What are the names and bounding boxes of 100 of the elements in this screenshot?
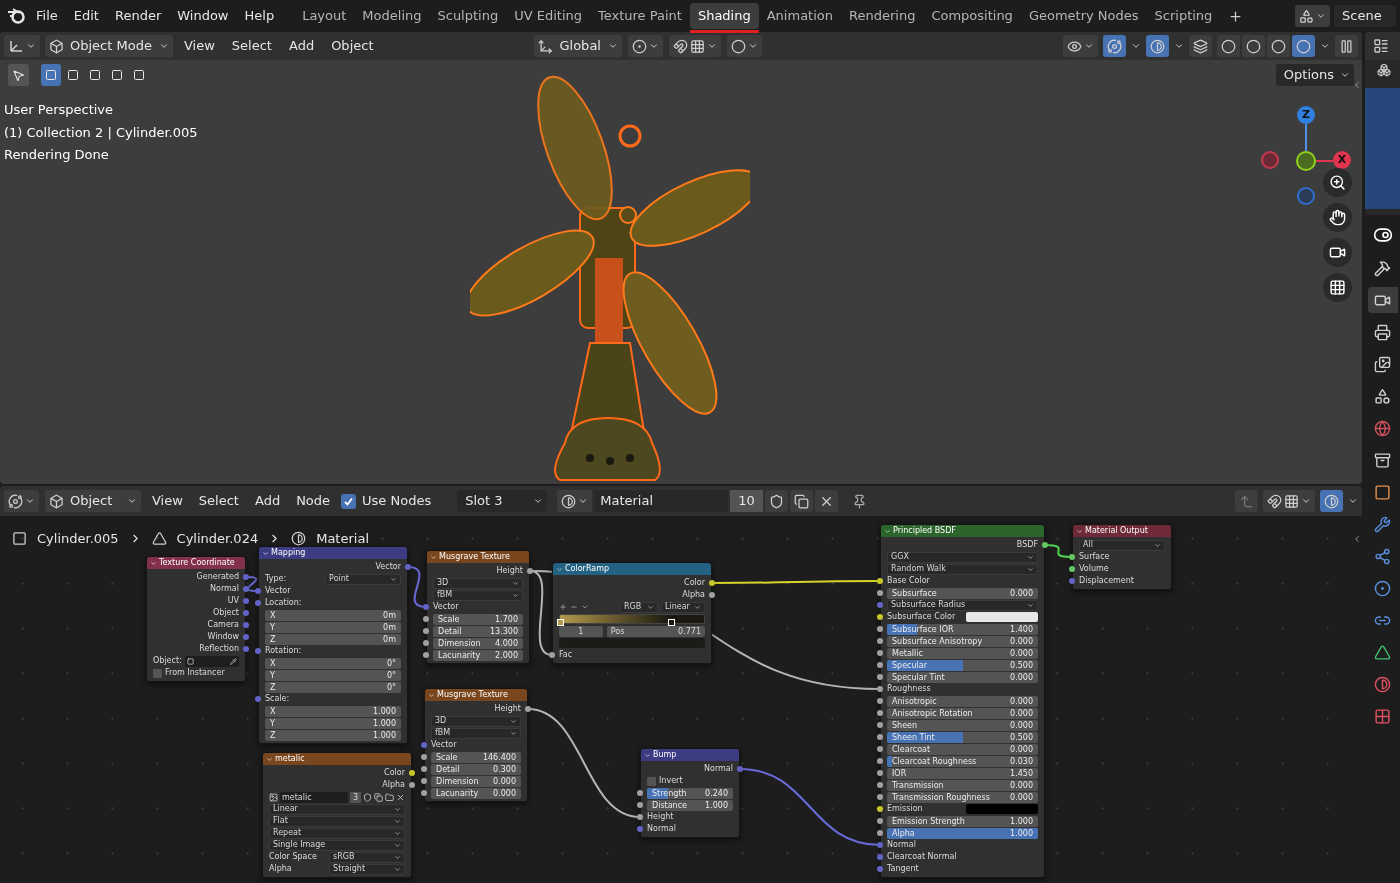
- image-icon[interactable]: [269, 792, 278, 802]
- node-header[interactable]: Mapping: [259, 547, 407, 559]
- socket-icon[interactable]: [637, 790, 643, 796]
- number-field[interactable]: Y 0°: [265, 669, 401, 681]
- menu-item[interactable]: Edit: [65, 6, 107, 26]
- menu-item[interactable]: Add: [282, 36, 321, 56]
- select-tool-button[interactable]: [8, 64, 29, 86]
- node-header[interactable]: metalic: [263, 753, 411, 765]
- chevron-down-icon[interactable]: [266, 755, 273, 763]
- number-field[interactable]: Z 0°: [265, 681, 401, 693]
- number-field[interactable]: X 0°: [265, 657, 401, 669]
- node-header[interactable]: Principled BSDF: [881, 525, 1044, 537]
- socket-icon[interactable]: [423, 628, 429, 634]
- snap-button[interactable]: [1263, 490, 1315, 512]
- dropdown[interactable]: Random Walk: [887, 563, 1038, 575]
- socket-icon[interactable]: [877, 734, 883, 740]
- visibility-button[interactable]: [1063, 35, 1098, 57]
- socket-icon[interactable]: [877, 722, 883, 728]
- color-swatch[interactable]: [965, 804, 1038, 814]
- number-field[interactable]: Transmission 0.000: [887, 779, 1038, 791]
- slot-dropdown[interactable]: Slot 3: [457, 490, 548, 512]
- number-field[interactable]: Emission Strength 1.000: [887, 815, 1038, 827]
- node-header[interactable]: Texture Coordinate: [147, 557, 245, 569]
- logo-icon[interactable]: [7, 8, 25, 24]
- number-field[interactable]: IOR 1.450: [887, 767, 1038, 779]
- menu-item[interactable]: View: [178, 36, 221, 56]
- socket-icon[interactable]: [409, 770, 415, 776]
- dropdown[interactable]: Straight: [329, 863, 405, 875]
- close-icon[interactable]: [396, 792, 405, 802]
- chevron-down-icon[interactable]: [262, 549, 269, 557]
- workspace-tab[interactable]: Layout: [294, 3, 355, 29]
- node-header[interactable]: ColorRamp: [553, 563, 711, 575]
- chevron-down-icon[interactable]: [1174, 41, 1184, 51]
- node-header[interactable]: Musgrave Texture: [425, 689, 527, 701]
- mode-dropdown[interactable]: Object: [45, 490, 141, 512]
- dropdown[interactable]: Point: [325, 573, 401, 585]
- color-swatch[interactable]: [965, 612, 1038, 622]
- menu-item[interactable]: Select: [225, 36, 278, 56]
- socket-icon[interactable]: [877, 746, 883, 752]
- scene-selector-button[interactable]: [1295, 5, 1330, 27]
- chevron-down-icon[interactable]: [1348, 496, 1358, 506]
- pin-icon[interactable]: [851, 493, 867, 509]
- breadcrumb[interactable]: Cylinder.005: [37, 529, 119, 549]
- dropdown[interactable]: Single Image: [269, 839, 405, 851]
- socket-icon[interactable]: [1069, 566, 1075, 572]
- number-field[interactable]: Pos 0.771: [606, 625, 705, 637]
- socket-icon[interactable]: [877, 590, 883, 596]
- chevron-down-icon[interactable]: [430, 553, 437, 561]
- socket-icon[interactable]: [421, 766, 427, 772]
- menu-item[interactable]: Render: [106, 6, 170, 26]
- workspace-tab[interactable]: Rendering: [841, 3, 924, 29]
- dropdown[interactable]: fBM: [431, 727, 521, 739]
- dropdown[interactable]: Linear: [661, 601, 705, 613]
- number-field[interactable]: Scale 1.700: [433, 613, 523, 625]
- chevron-down-icon[interactable]: [1131, 41, 1141, 51]
- number-field[interactable]: Z 0m: [265, 633, 401, 645]
- shading-button[interactable]: [1217, 35, 1240, 57]
- number-field[interactable]: Y 1.000: [265, 717, 401, 729]
- breadcrumb[interactable]: Cylinder.024: [176, 529, 259, 549]
- nav-button[interactable]: [1323, 203, 1352, 232]
- axis-handle[interactable]: [1297, 187, 1315, 205]
- number-field[interactable]: Metallic 0.000: [887, 647, 1038, 659]
- number-field[interactable]: Specular Tint 0.000: [887, 671, 1038, 683]
- node-card[interactable]: Material Output All Surface Volume Displacement: [1072, 524, 1172, 590]
- number-field[interactable]: Sheen 0.000: [887, 719, 1038, 731]
- workspace-tab[interactable]: Compositing: [923, 3, 1021, 29]
- socket-icon[interactable]: [877, 626, 883, 632]
- shading-button[interactable]: [1267, 35, 1290, 57]
- workspace-tab[interactable]: Animation: [758, 3, 841, 29]
- number-field[interactable]: Transmission Roughness 0.000: [887, 791, 1038, 803]
- socket-icon[interactable]: [877, 758, 883, 764]
- number-field[interactable]: Clearcoat 0.000: [887, 743, 1038, 755]
- node-header[interactable]: Musgrave Texture: [427, 551, 529, 563]
- dropdown[interactable]: Flat: [269, 815, 405, 827]
- chevron-down-icon[interactable]: [581, 603, 589, 611]
- dropdown[interactable]: Repeat: [269, 827, 405, 839]
- socket-icon[interactable]: [877, 578, 883, 584]
- checkbox[interactable]: [341, 493, 357, 509]
- workspace-tab[interactable]: Sculpting: [429, 3, 507, 29]
- node-card[interactable]: Musgrave Texture Height 3D fBM Vector Scale 1.700 Detail 13.300 Dimension 4.000 Lacunarity 2.000: [426, 550, 530, 664]
- workspace-tab[interactable]: Texture Paint: [590, 3, 690, 29]
- socket-icon[interactable]: [1042, 542, 1048, 548]
- number-field[interactable]: Dimension 0.000: [431, 775, 521, 787]
- socket-icon[interactable]: [877, 638, 883, 644]
- socket-icon[interactable]: [877, 662, 883, 668]
- socket-icon[interactable]: [423, 652, 429, 658]
- workspace-tab[interactable]: Geometry Nodes: [1020, 3, 1147, 29]
- scene-field[interactable]: Scene: [1334, 5, 1396, 27]
- material-name-field[interactable]: Material: [594, 490, 729, 512]
- number-field[interactable]: Alpha 1.000: [887, 827, 1038, 839]
- chevron-down-icon[interactable]: [644, 751, 651, 759]
- number-field[interactable]: Anisotropic 0.000: [887, 695, 1038, 707]
- number-field[interactable]: Detail 0.300: [431, 763, 521, 775]
- chevron-down-icon[interactable]: [1076, 527, 1083, 535]
- axis-handle[interactable]: [1296, 151, 1316, 171]
- overlay-toggle[interactable]: [1320, 490, 1343, 512]
- nav-button[interactable]: [1323, 273, 1352, 302]
- socket-icon[interactable]: [527, 568, 533, 574]
- socket-icon[interactable]: [525, 706, 531, 712]
- socket-icon[interactable]: [421, 790, 427, 796]
